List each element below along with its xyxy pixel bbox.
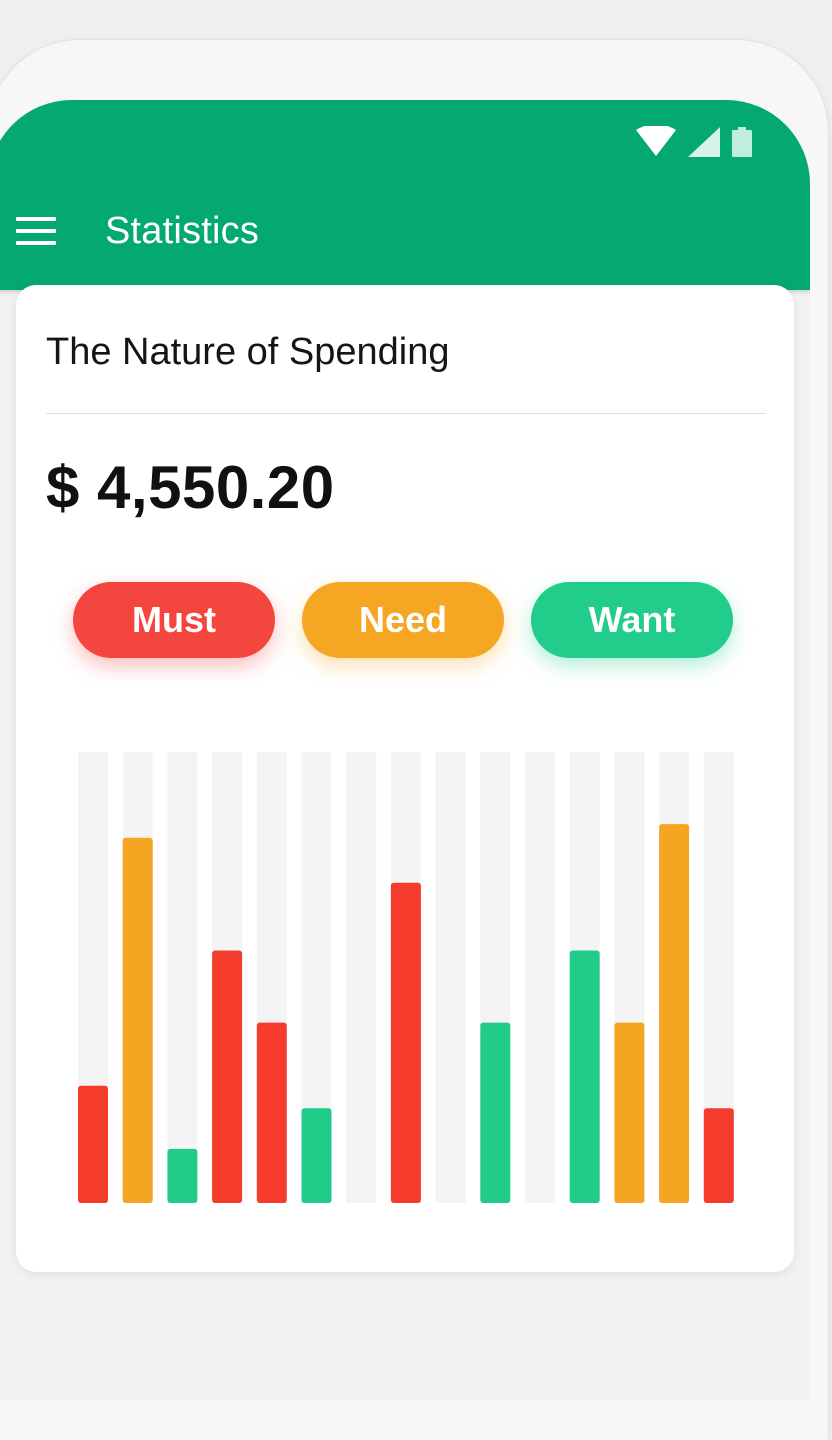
page-title: Statistics [105,210,260,252]
cellular-signal-icon [688,127,720,157]
hamburger-menu-icon[interactable] [14,216,58,248]
wifi-icon [636,126,676,156]
bar-want [167,1148,198,1203]
bar-track [346,752,377,1203]
bar-must [212,950,243,1203]
bar-want [480,1022,511,1203]
bar-track [525,752,555,1203]
bar-want [569,950,600,1203]
bar-need [614,1022,645,1203]
battery-icon [732,127,752,157]
spending-bar-chart [78,752,734,1203]
status-bar [636,126,752,158]
bar-must [390,882,421,1203]
bar-track [167,752,198,1203]
bar-must [256,1022,287,1203]
spending-card: The Nature of Spending $ 4,550.20 Must N… [16,285,794,1272]
bar-want [301,1108,332,1203]
bar-need [659,824,690,1203]
bar-track [435,752,466,1203]
bar-must [78,1085,108,1203]
app-bar: Statistics [0,100,810,290]
bar-need [122,837,153,1203]
bar-must [703,1108,734,1203]
